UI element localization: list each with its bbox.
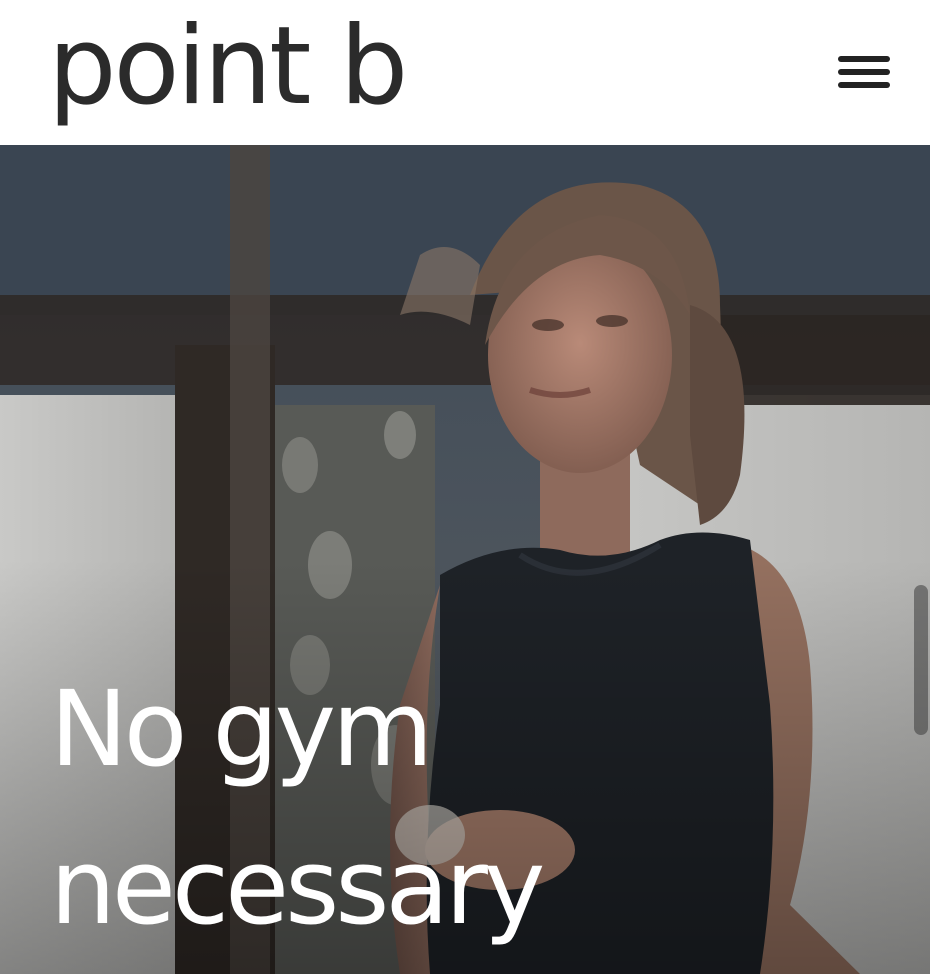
headline-line-2: necessary [50,826,545,948]
hamburger-menu-icon[interactable] [834,52,894,96]
menu-bar [838,56,890,62]
menu-bar [838,82,890,88]
site-header: point b [0,0,930,145]
menu-bar [838,69,890,75]
headline-line-1: No gym [50,668,433,790]
hero-section: No gym necessary [0,145,930,974]
scrollbar-thumb[interactable] [914,585,928,735]
logo[interactable]: point b [48,7,408,127]
hero-headline: No gym necessary [50,650,545,966]
